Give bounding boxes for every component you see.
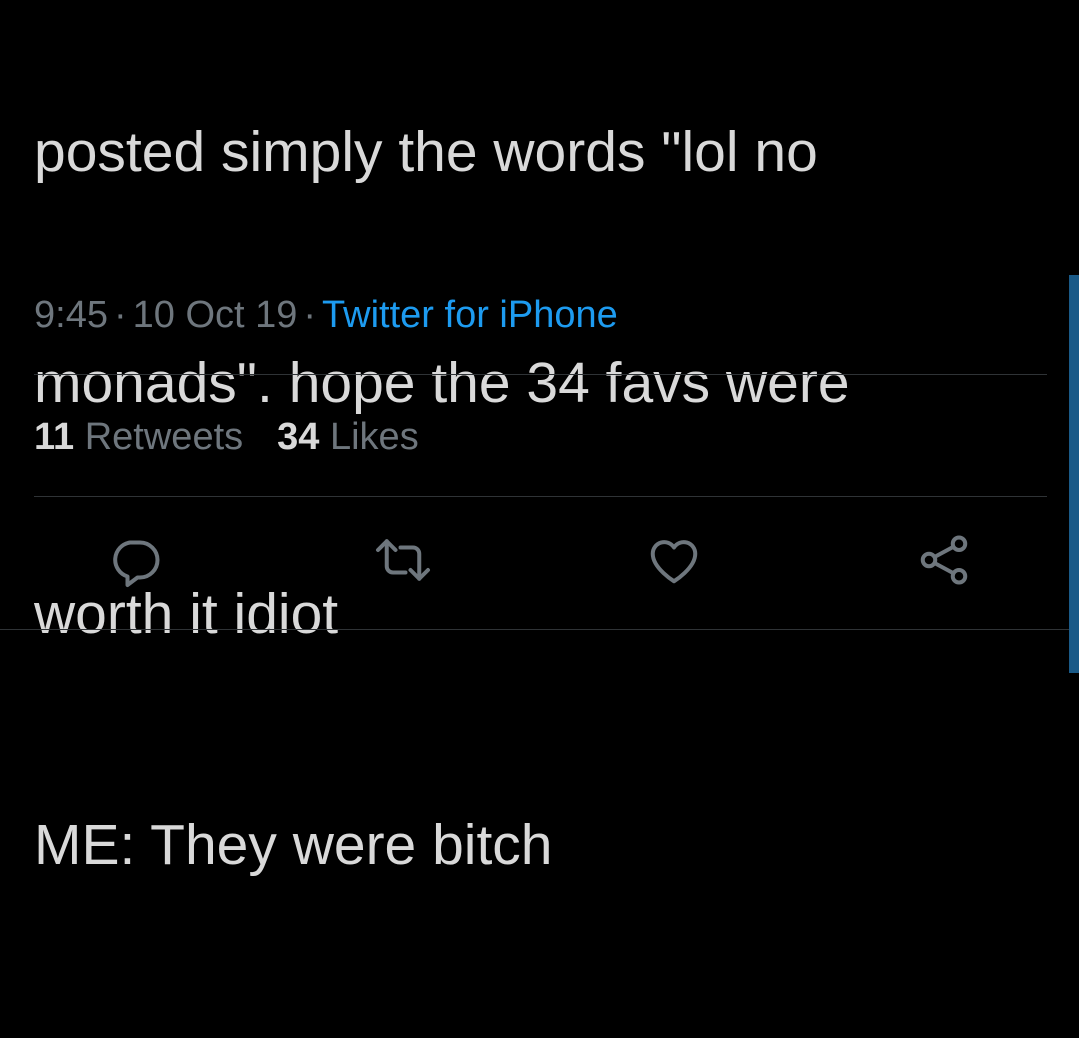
divider [0,629,1070,630]
share-button[interactable] [914,530,974,590]
meta-separator: · [303,294,317,336]
reply-icon [113,540,160,587]
tweet-text-line: monads". hope the 34 favs were [34,351,850,415]
tweet-date[interactable]: 10 Oct 19 [133,294,298,336]
tweet-text-line: posted simply the words "lol no [34,120,818,184]
tweet-stats: 11 Retweets 34 Likes [34,414,453,460]
tweet-time[interactable]: 9:45 [34,294,108,336]
reply-button[interactable] [105,530,165,590]
share-icon [920,535,968,585]
tweet-detail: posted simply the words "lol no monads".… [0,0,1079,877]
tweet-text: posted simply the words "lol no monads".… [34,0,1034,1038]
retweets-stat[interactable]: 11 Retweets [34,416,243,458]
tweet-text-line: ME: They were bitch [34,813,553,877]
tweet-actions-bar [0,530,1079,600]
scrollbar[interactable] [1069,275,1079,673]
tweet-metadata: 9:45 · 10 Oct 19 · Twitter for iPhone [34,292,618,338]
likes-count: 34 [277,416,320,458]
retweet-icon [376,539,430,581]
divider [34,496,1047,497]
retweets-label: Retweets [84,416,244,458]
likes-label: Likes [329,416,419,458]
divider [34,374,1047,375]
tweet-source-link[interactable]: Twitter for iPhone [322,294,618,336]
retweets-count: 11 [34,416,75,458]
retweet-button[interactable] [373,530,433,590]
meta-separator: · [113,294,127,336]
like-button[interactable] [644,530,704,590]
likes-stat[interactable]: 34 Likes [277,416,419,458]
like-icon [650,540,698,584]
